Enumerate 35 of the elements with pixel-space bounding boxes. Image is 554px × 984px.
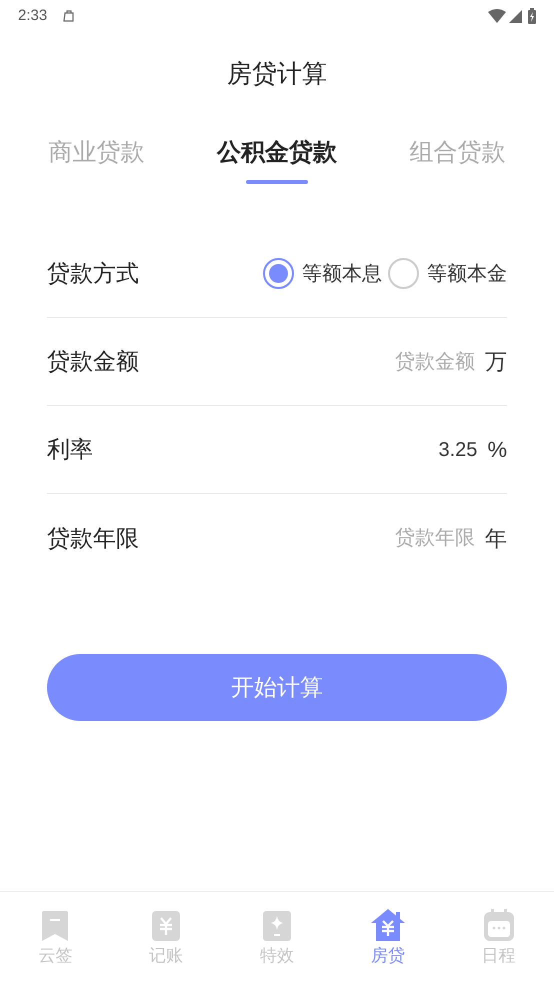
unit-label: 万 bbox=[485, 348, 507, 376]
nav-item[interactable]: 记账 bbox=[110, 892, 222, 984]
signal-icon bbox=[509, 10, 522, 22]
house-icon bbox=[370, 909, 405, 941]
tab-indicator bbox=[246, 180, 308, 184]
radio-option[interactable]: 等额本金 bbox=[388, 258, 507, 289]
radio-button[interactable] bbox=[388, 258, 419, 289]
bookmark-icon bbox=[41, 911, 70, 941]
nav-item[interactable]: 云签 bbox=[0, 892, 111, 984]
calendar-icon bbox=[484, 909, 514, 941]
field-label: 利率 bbox=[47, 435, 93, 464]
nav-item[interactable]: 房贷 bbox=[332, 892, 444, 984]
sparkle-tablet-icon bbox=[262, 911, 291, 941]
radio-button[interactable] bbox=[263, 258, 294, 289]
status-time: 2:33 bbox=[18, 6, 48, 26]
input-field[interactable]: 贷款年限 bbox=[315, 523, 475, 553]
unit-label: 年 bbox=[485, 524, 507, 552]
field-label: 贷款方式 bbox=[47, 259, 139, 288]
tab[interactable]: 组合贷款 bbox=[367, 118, 548, 188]
ledger-icon bbox=[152, 911, 180, 941]
battery-icon bbox=[528, 8, 536, 24]
input-field[interactable]: 3.25 bbox=[317, 434, 478, 464]
unit-label: % bbox=[487, 436, 507, 464]
wifi-icon bbox=[488, 9, 506, 23]
field-label: 贷款年限 bbox=[47, 524, 139, 553]
calculate-button[interactable]: 开始计算 bbox=[47, 654, 507, 721]
field-label: 贷款金额 bbox=[47, 347, 139, 376]
clipboard-icon bbox=[63, 10, 76, 22]
input-field[interactable]: 贷款金额 bbox=[315, 346, 475, 376]
nav-item[interactable]: 特效 bbox=[222, 892, 332, 984]
tab[interactable]: 公积金贷款 bbox=[186, 118, 368, 188]
radio-option[interactable]: 等额本息 bbox=[263, 258, 382, 289]
page-title: 房贷计算 bbox=[227, 59, 327, 90]
nav-item[interactable]: 日程 bbox=[443, 892, 554, 984]
tab[interactable]: 商业贷款 bbox=[6, 118, 187, 188]
